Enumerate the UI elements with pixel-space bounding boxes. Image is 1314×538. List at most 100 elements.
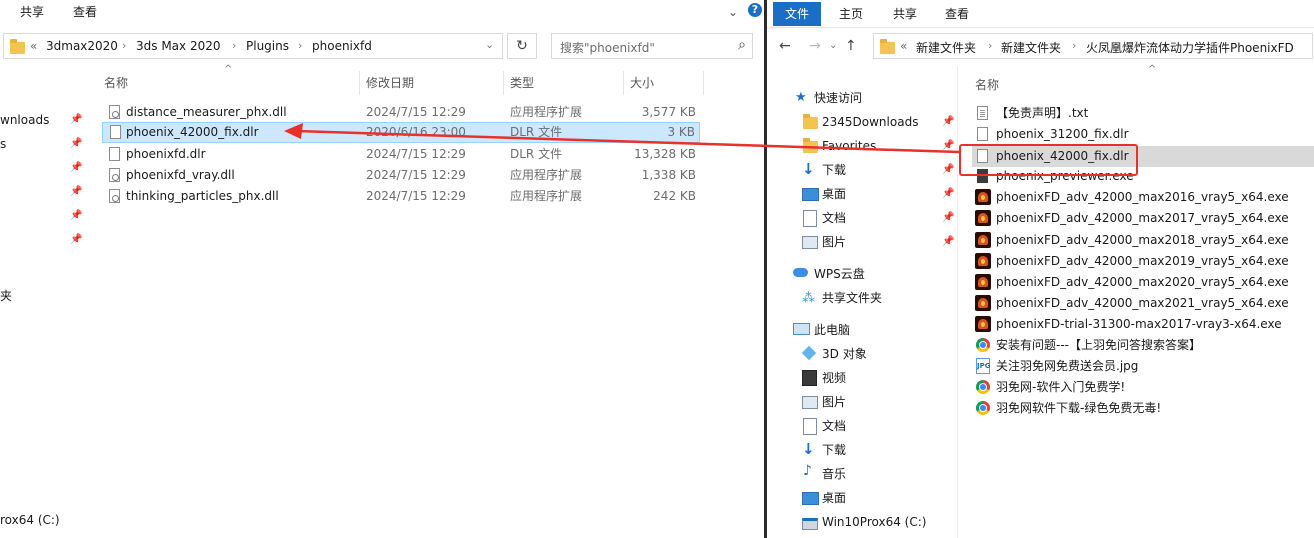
folder-icon	[10, 39, 25, 54]
pin-icon: 📌	[70, 138, 83, 149]
music-icon: ♪	[803, 463, 812, 479]
file-row[interactable]: phoenixFD_adv_42000_max2017_vray5_x64.ex…	[972, 208, 1314, 229]
file-row[interactable]: 【免责声明】.txt	[972, 103, 1314, 124]
breadcrumb-item[interactable]: phoenixfd	[312, 39, 372, 53]
nav-item[interactable]: 3D 对象	[822, 344, 867, 364]
column-header-name[interactable]: 名称	[104, 73, 128, 93]
forward-arrow-icon[interactable]: →	[809, 38, 821, 54]
nav-item[interactable]: Favorites	[822, 136, 876, 156]
nav-item[interactable]: 桌面	[822, 488, 846, 508]
chrome-link-icon	[976, 380, 990, 394]
file-date: 2020/6/16 23:00	[366, 125, 466, 139]
breadcrumb-item[interactable]: 新建文件夹	[1001, 39, 1061, 56]
file-name: 关注羽免网免费送会员.jpg	[996, 359, 1139, 373]
file-row[interactable]: phoenixFD_adv_42000_max2020_vray5_x64.ex…	[972, 272, 1314, 293]
help-icon[interactable]: ?	[748, 3, 762, 17]
file-row[interactable]: JPG 关注羽免网免费送会员.jpg	[972, 356, 1314, 377]
nav-item[interactable]: 音乐	[822, 464, 846, 484]
file-row[interactable]: thinking_particles_phx.dll 2024/7/15 12:…	[104, 186, 700, 207]
desktop-icon	[802, 188, 819, 201]
file-row[interactable]: phoenixFD_adv_42000_max2021_vray5_x64.ex…	[972, 293, 1314, 314]
column-header-size[interactable]: 大小	[630, 73, 654, 93]
breadcrumb-item[interactable]: 3dmax2020	[46, 39, 118, 53]
nav-shared-folder[interactable]: 共享文件夹	[822, 288, 882, 308]
tab-file[interactable]: 文件	[773, 2, 822, 26]
breadcrumb-item[interactable]: 3ds Max 2020	[136, 39, 220, 53]
tab-home[interactable]: 主页	[833, 2, 869, 26]
chevron-down-icon[interactable]: ⌄	[485, 38, 494, 51]
column-divider[interactable]	[359, 71, 360, 95]
file-row[interactable]: phoenixFD_adv_42000_max2016_vray5_x64.ex…	[972, 187, 1314, 208]
nav-item[interactable]: s	[0, 134, 6, 154]
file-row[interactable]: phoenixFD_adv_42000_max2019_vray5_x64.ex…	[972, 251, 1314, 272]
file-name: phoenix_42000_fix.dlr	[126, 125, 259, 139]
tab-share[interactable]: 共享	[887, 2, 923, 26]
cloud-icon	[793, 268, 808, 277]
file-icon	[110, 125, 121, 139]
breadcrumb-item[interactable]: Plugins	[246, 39, 289, 53]
address-bar[interactable]: « 3dmax2020 › 3ds Max 2020 › Plugins › p…	[3, 33, 503, 59]
recent-locations-icon[interactable]: ⌄	[829, 40, 837, 51]
file-row[interactable]: 羽免网软件下载-绿色免费无毒!	[972, 398, 1314, 419]
file-row-selected[interactable]: phoenix_42000_fix.dlr 2020/6/16 23:00 DL…	[102, 122, 700, 143]
breadcrumb-overflow[interactable]: «	[30, 39, 37, 53]
nav-item[interactable]: 下载	[822, 160, 846, 180]
file-row[interactable]: phoenixFD_adv_42000_max2018_vray5_x64.ex…	[972, 230, 1314, 251]
chevron-down-icon[interactable]: ⌄	[728, 5, 738, 19]
nav-wps-cloud[interactable]: WPS云盘	[814, 264, 865, 284]
nav-item[interactable]: 夹	[0, 286, 12, 306]
file-row[interactable]: 羽免网-软件入门免费学!	[972, 377, 1314, 398]
chevron-right-icon: ›	[988, 39, 993, 52]
nav-item[interactable]: 图片	[822, 232, 846, 252]
chevron-right-icon: ›	[122, 39, 127, 52]
file-type: DLR 文件	[510, 125, 563, 139]
navigation-pane: wnloads 📌 s 📌 📌 📌 📌 📌 夹 rox64 (C:)	[0, 66, 88, 538]
nav-item-drive[interactable]: Win10Prox64 (C:)	[822, 512, 926, 532]
nav-quick-access[interactable]: 快速访问	[814, 88, 862, 108]
nav-item[interactable]: 文档	[822, 208, 846, 228]
file-row[interactable]: phoenixfd.dlr 2024/7/15 12:29 DLR 文件 13,…	[104, 144, 700, 165]
column-header-name[interactable]: 名称	[975, 75, 999, 95]
breadcrumb-overflow[interactable]: «	[900, 39, 907, 53]
chevron-right-icon: ›	[298, 39, 303, 52]
tab-share[interactable]: 共享	[14, 0, 50, 24]
file-name: distance_measurer_phx.dll	[126, 105, 287, 119]
file-name: phoenixFD_adv_42000_max2016_vray5_x64.ex…	[996, 190, 1289, 204]
nav-item-drive[interactable]: rox64 (C:)	[0, 510, 60, 530]
nav-item-downloads[interactable]: wnloads	[0, 110, 49, 130]
address-bar[interactable]: « 新建文件夹 › 新建文件夹 › 火凤凰爆炸流体动力学插件PhoenixFD	[873, 33, 1313, 59]
nav-item[interactable]: 下载	[822, 440, 846, 460]
column-divider[interactable]	[703, 71, 704, 95]
tab-view[interactable]: 查看	[939, 2, 975, 26]
column-divider[interactable]	[503, 71, 504, 95]
file-row[interactable]: distance_measurer_phx.dll 2024/7/15 12:2…	[104, 102, 700, 123]
column-divider[interactable]	[623, 71, 624, 95]
back-arrow-icon[interactable]: ←	[779, 38, 791, 54]
search-icon[interactable]: ⌕	[738, 37, 746, 53]
folder-icon	[880, 39, 895, 54]
nav-this-pc[interactable]: 此电脑	[814, 320, 850, 340]
file-name: 羽免网-软件入门免费学!	[996, 380, 1126, 394]
nav-item[interactable]: 图片	[822, 392, 846, 412]
phoenix-installer-icon	[975, 189, 991, 205]
column-header-date[interactable]: 修改日期	[366, 73, 414, 93]
chrome-link-icon	[976, 338, 990, 352]
search-input[interactable]: 搜索"phoenixfd" ⌕	[551, 33, 753, 59]
breadcrumb-item[interactable]: 火凤凰爆炸流体动力学插件PhoenixFD	[1086, 39, 1294, 56]
file-row[interactable]: 安装有问题---【上羽免问答搜索答案】	[972, 335, 1314, 356]
file-name: phoenixFD_adv_42000_max2020_vray5_x64.ex…	[996, 275, 1289, 289]
column-header-type[interactable]: 类型	[510, 73, 534, 93]
up-arrow-icon[interactable]: ↑	[845, 38, 857, 54]
file-row[interactable]: phoenixfd_vray.dll 2024/7/15 12:29 应用程序扩…	[104, 165, 700, 186]
nav-item[interactable]: 文档	[822, 416, 846, 436]
file-row[interactable]: phoenixFD-trial-31300-max2017-vray3-x64.…	[972, 314, 1314, 335]
file-row[interactable]: phoenix_31200_fix.dlr	[972, 124, 1314, 145]
nav-item[interactable]: 桌面	[822, 184, 846, 204]
breadcrumb-item[interactable]: 新建文件夹	[916, 39, 976, 56]
file-name: thinking_particles_phx.dll	[126, 189, 279, 203]
tab-view[interactable]: 查看	[67, 0, 103, 24]
nav-item[interactable]: 视频	[822, 368, 846, 388]
refresh-button[interactable]: ↻	[507, 33, 537, 59]
nav-item[interactable]: 2345Downloads	[822, 112, 918, 132]
file-size: 3 KB	[667, 125, 695, 139]
